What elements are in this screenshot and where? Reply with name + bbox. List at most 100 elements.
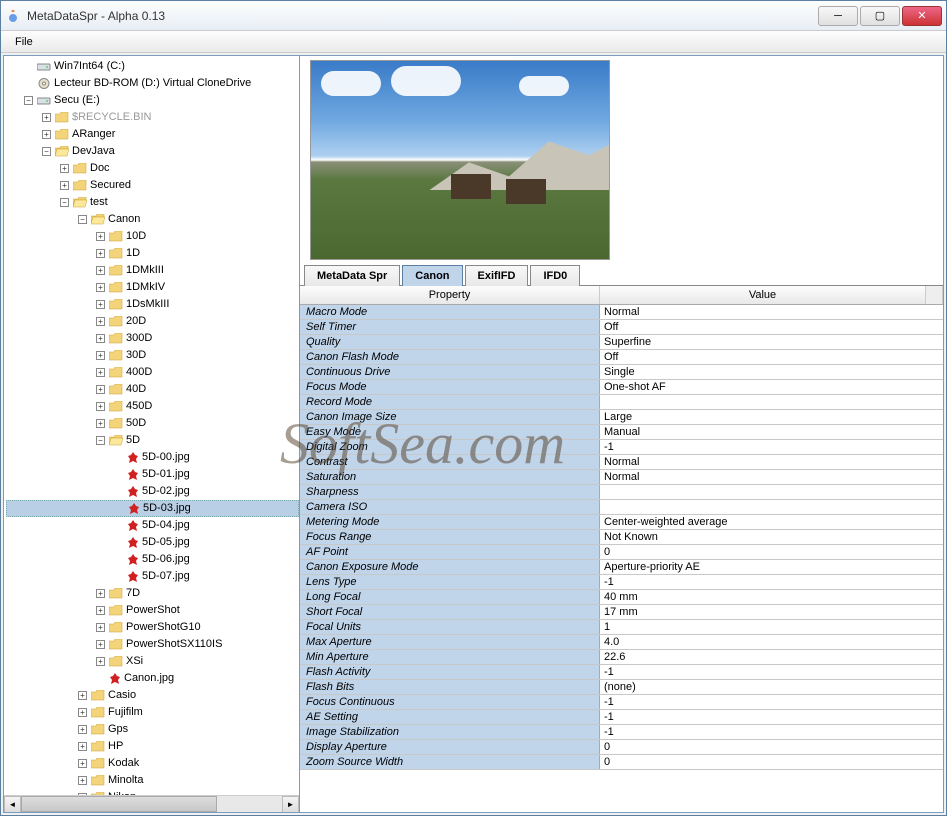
collapse-icon[interactable]: − bbox=[78, 215, 87, 224]
tab-canon[interactable]: Canon bbox=[402, 265, 462, 286]
table-row[interactable]: AE Setting-1 bbox=[300, 710, 943, 725]
expand-icon[interactable]: + bbox=[96, 317, 105, 326]
table-row[interactable]: Digital Zoom-1 bbox=[300, 440, 943, 455]
table-row[interactable]: Flash Activity-1 bbox=[300, 665, 943, 680]
tree-node[interactable]: 5D-02.jpg bbox=[6, 483, 299, 500]
table-row[interactable]: Macro ModeNormal bbox=[300, 305, 943, 320]
expand-icon[interactable]: + bbox=[60, 164, 69, 173]
scroll-left-icon[interactable]: ◄ bbox=[4, 796, 21, 812]
tree-node[interactable]: +7D bbox=[6, 585, 299, 602]
tree-hscrollbar[interactable]: ◄ ► bbox=[4, 795, 299, 812]
table-row[interactable]: Canon Image SizeLarge bbox=[300, 410, 943, 425]
collapse-icon[interactable]: − bbox=[60, 198, 69, 207]
expand-icon[interactable]: + bbox=[96, 640, 105, 649]
expand-icon[interactable]: + bbox=[60, 181, 69, 190]
tree-node[interactable]: +40D bbox=[6, 381, 299, 398]
tree-node[interactable]: +XSi bbox=[6, 653, 299, 670]
expand-icon[interactable]: + bbox=[78, 793, 87, 795]
table-row[interactable]: Short Focal17 mm bbox=[300, 605, 943, 620]
table-row[interactable]: Lens Type-1 bbox=[300, 575, 943, 590]
tree-node[interactable]: 5D-01.jpg bbox=[6, 466, 299, 483]
minimize-button[interactable]: ─ bbox=[818, 6, 858, 26]
table-row[interactable]: QualitySuperfine bbox=[300, 335, 943, 350]
table-row[interactable]: Max Aperture4.0 bbox=[300, 635, 943, 650]
tree-node[interactable]: −test bbox=[6, 194, 299, 211]
expand-icon[interactable]: + bbox=[78, 708, 87, 717]
expand-icon[interactable]: + bbox=[96, 232, 105, 241]
expand-icon[interactable]: + bbox=[96, 351, 105, 360]
table-row[interactable]: ContrastNormal bbox=[300, 455, 943, 470]
expand-icon[interactable]: + bbox=[96, 368, 105, 377]
expand-icon[interactable]: + bbox=[96, 657, 105, 666]
collapse-icon[interactable]: − bbox=[24, 96, 33, 105]
expand-icon[interactable]: + bbox=[42, 130, 51, 139]
expand-icon[interactable]: + bbox=[96, 334, 105, 343]
col-value[interactable]: Value bbox=[600, 286, 926, 304]
tab-exififd[interactable]: ExifIFD bbox=[465, 265, 529, 286]
tree-node[interactable]: +1DsMkIII bbox=[6, 296, 299, 313]
table-row[interactable]: Image Stabilization-1 bbox=[300, 725, 943, 740]
collapse-icon[interactable]: − bbox=[42, 147, 51, 156]
col-property[interactable]: Property bbox=[300, 286, 600, 304]
table-row[interactable]: Display Aperture0 bbox=[300, 740, 943, 755]
expand-icon[interactable]: + bbox=[78, 776, 87, 785]
table-row[interactable]: SaturationNormal bbox=[300, 470, 943, 485]
table-row[interactable]: Self TimerOff bbox=[300, 320, 943, 335]
close-button[interactable]: ✕ bbox=[902, 6, 942, 26]
scroll-right-icon[interactable]: ► bbox=[282, 796, 299, 812]
tree-node[interactable]: +1DMkIII bbox=[6, 262, 299, 279]
tree-node[interactable]: +Nikon bbox=[6, 789, 299, 795]
table-row[interactable]: Focus Continuous-1 bbox=[300, 695, 943, 710]
tree-node[interactable]: +450D bbox=[6, 398, 299, 415]
expand-icon[interactable]: + bbox=[96, 266, 105, 275]
tree-node[interactable]: 5D-00.jpg bbox=[6, 449, 299, 466]
expand-icon[interactable]: + bbox=[78, 759, 87, 768]
table-row[interactable]: Zoom Source Width0 bbox=[300, 755, 943, 770]
tree-node[interactable]: Lecteur BD-ROM (D:) Virtual CloneDrive bbox=[6, 75, 299, 92]
expand-icon[interactable]: + bbox=[42, 113, 51, 122]
tree-node[interactable]: Win7Int64 (C:) bbox=[6, 58, 299, 75]
expand-icon[interactable]: + bbox=[96, 385, 105, 394]
tree-node[interactable]: +PowerShotSX110IS bbox=[6, 636, 299, 653]
tree-node[interactable]: +HP bbox=[6, 738, 299, 755]
expand-icon[interactable]: + bbox=[96, 606, 105, 615]
table-row[interactable]: Focal Units1 bbox=[300, 620, 943, 635]
expand-icon[interactable]: + bbox=[78, 691, 87, 700]
collapse-icon[interactable]: − bbox=[96, 436, 105, 445]
tree-node[interactable]: 5D-04.jpg bbox=[6, 517, 299, 534]
tree-node[interactable]: +PowerShotG10 bbox=[6, 619, 299, 636]
tree-node[interactable]: 5D-03.jpg bbox=[6, 500, 299, 517]
tab-ifd0[interactable]: IFD0 bbox=[530, 265, 580, 286]
expand-icon[interactable]: + bbox=[96, 300, 105, 309]
tree-node[interactable]: +Doc bbox=[6, 160, 299, 177]
tree-node[interactable]: +PowerShot bbox=[6, 602, 299, 619]
table-row[interactable]: Metering ModeCenter-weighted average bbox=[300, 515, 943, 530]
table-row[interactable]: Flash Bits(none) bbox=[300, 680, 943, 695]
tree-node[interactable]: +20D bbox=[6, 313, 299, 330]
table-row[interactable]: Long Focal40 mm bbox=[300, 590, 943, 605]
table-row[interactable]: Canon Flash ModeOff bbox=[300, 350, 943, 365]
tree-node[interactable]: +Fujifilm bbox=[6, 704, 299, 721]
table-row[interactable]: Sharpness bbox=[300, 485, 943, 500]
tree-node[interactable]: −Secu (E:) bbox=[6, 92, 299, 109]
tree-node[interactable]: +Gps bbox=[6, 721, 299, 738]
tree-node[interactable]: −Canon bbox=[6, 211, 299, 228]
menu-file[interactable]: File bbox=[7, 34, 41, 50]
tree-node[interactable]: 5D-07.jpg bbox=[6, 568, 299, 585]
table-row[interactable]: AF Point0 bbox=[300, 545, 943, 560]
tree-node[interactable]: +Secured bbox=[6, 177, 299, 194]
tree-node[interactable]: +50D bbox=[6, 415, 299, 432]
table-row[interactable]: Camera ISO bbox=[300, 500, 943, 515]
tree-node[interactable]: +10D bbox=[6, 228, 299, 245]
expand-icon[interactable]: + bbox=[78, 725, 87, 734]
tree-node[interactable]: +Casio bbox=[6, 687, 299, 704]
table-body[interactable]: Macro ModeNormalSelf TimerOffQualitySupe… bbox=[300, 305, 943, 812]
tree-node[interactable]: +1D bbox=[6, 245, 299, 262]
tree-node[interactable]: +Kodak bbox=[6, 755, 299, 772]
tree-node[interactable]: 5D-05.jpg bbox=[6, 534, 299, 551]
table-row[interactable]: Record Mode bbox=[300, 395, 943, 410]
table-row[interactable]: Canon Exposure ModeAperture-priority AE bbox=[300, 560, 943, 575]
expand-icon[interactable]: + bbox=[96, 249, 105, 258]
expand-icon[interactable]: + bbox=[96, 283, 105, 292]
tree-node[interactable]: +300D bbox=[6, 330, 299, 347]
